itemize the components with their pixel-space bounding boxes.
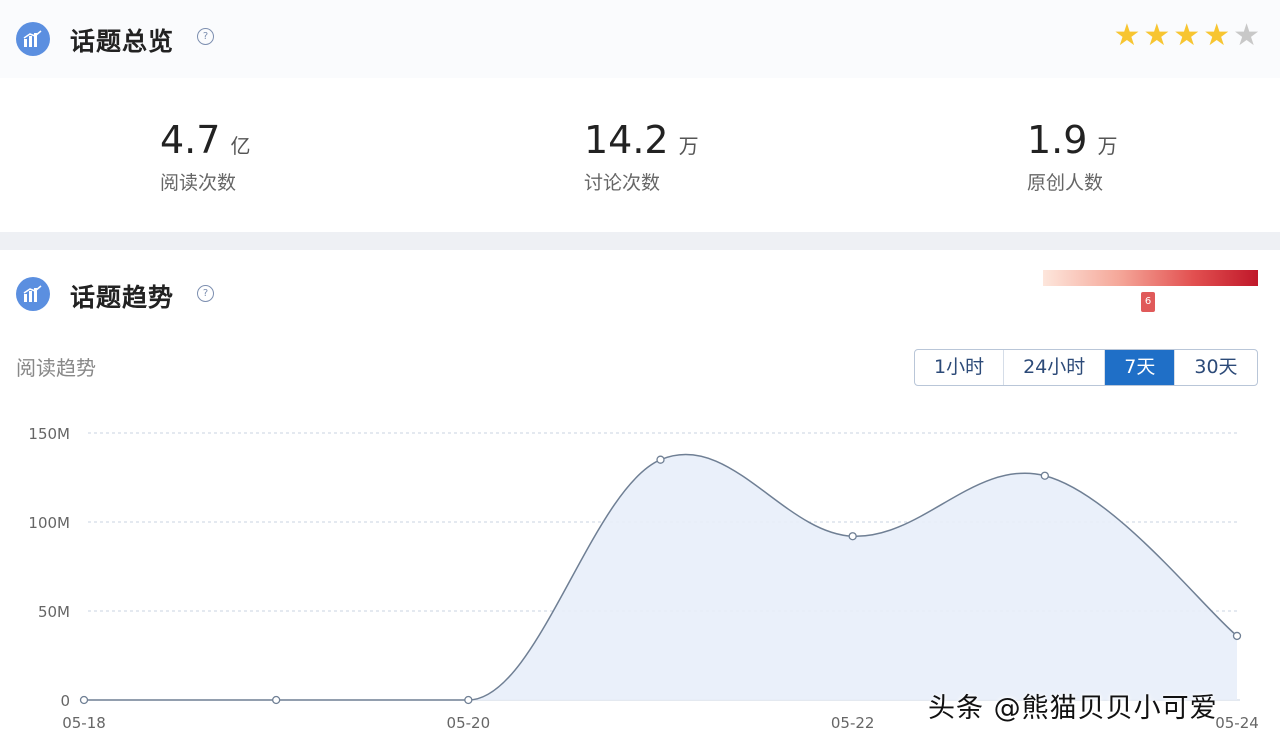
section-divider [0,232,1280,250]
data-point [1232,631,1242,641]
overview-section-header: 话题总览 ? ★ ★ ★ ★ ★ [0,0,1280,76]
range-7d-button[interactable]: 7天 [1105,350,1176,385]
range-30d-button[interactable]: 30天 [1175,350,1256,385]
trend-title: 话题趋势 [70,283,175,312]
star-filled-icon: ★ [1173,18,1201,53]
heat-scale: 6 [1043,270,1258,316]
stat-discussion-count: 14.2 万 讨论次数 [584,118,824,195]
stat-read-count: 4.7 亿 阅读次数 [160,118,400,195]
stat-label: 阅读次数 [160,172,237,194]
star-empty-icon: ★ [1233,18,1260,53]
x-tick-label: 05-24 [1215,714,1259,732]
stat-unit: 万 [678,134,699,158]
stat-label: 讨论次数 [584,172,661,194]
stat-unit: 亿 [230,134,251,158]
data-point [79,695,89,705]
stat-unit: 万 [1097,134,1118,158]
x-tick-label: 05-22 [831,714,875,732]
watermark: 头条 @熊猫贝贝小可爱 [928,693,1218,724]
data-point [464,695,473,705]
data-point [656,455,665,464]
rating-stars: ★ ★ ★ ★ ★ [1110,20,1260,52]
y-tick-label: 50M [38,603,70,621]
y-tick-label: 0 [60,692,70,710]
data-point [848,532,857,541]
help-icon[interactable]: ? [197,28,214,45]
stat-value: 1.9 [1027,118,1088,162]
y-tick-label: 100M [28,514,70,532]
stat-label: 原创人数 [1027,172,1104,194]
star-filled-icon: ★ [1203,18,1231,53]
range-24h-button[interactable]: 24小时 [1004,350,1106,385]
heat-level-marker: 6 [1141,292,1155,312]
stat-value: 4.7 [160,118,221,162]
x-tick-label: 05-20 [447,714,491,732]
heat-gradient-bar [1043,270,1258,286]
help-icon[interactable]: ? [197,285,214,302]
x-tick-label: 05-18 [62,714,106,732]
bar-chart-icon [16,22,50,56]
star-filled-icon: ★ [1143,18,1171,53]
area-fill [84,454,1237,700]
time-range-selector: 1小时 24小时 7天 30天 [914,349,1258,386]
overview-title: 话题总览 [70,27,175,56]
data-point [1040,471,1049,480]
bar-chart-icon [16,277,50,311]
star-filled-icon: ★ [1113,18,1141,53]
data-point [272,695,281,705]
stat-value: 14.2 [584,118,669,162]
y-tick-label: 150M [28,425,70,443]
range-1h-button[interactable]: 1小时 [915,350,1005,385]
stat-original-authors: 1.9 万 原创人数 [1027,118,1267,195]
read-trend-label: 阅读趋势 [16,356,96,380]
